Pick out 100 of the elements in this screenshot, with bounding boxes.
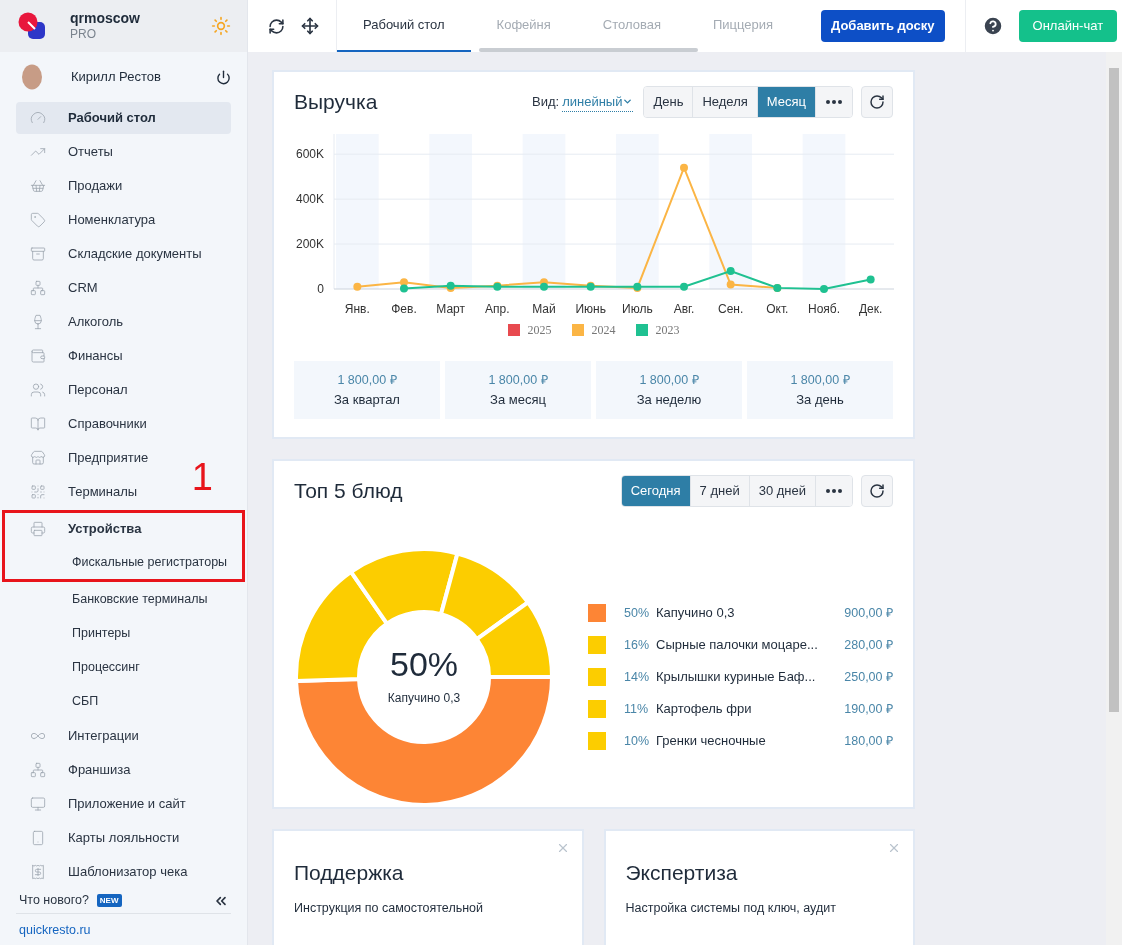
submenu-item[interactable]: Банковские терминалы: [72, 582, 208, 616]
card-text: Инструкция по самостоятельной: [294, 899, 485, 917]
site-link[interactable]: quickresto.ru: [19, 921, 247, 940]
period-tab[interactable]: 30 дней: [749, 476, 816, 506]
submenu-item[interactable]: Процессинг: [72, 650, 140, 684]
axis-label: Март: [436, 302, 466, 316]
legend-label[interactable]: 2023: [655, 321, 680, 339]
sidebar-item[interactable]: Устройства: [16, 513, 231, 545]
period-tab[interactable]: Неделя: [693, 87, 758, 117]
axis-label: Дек.: [858, 302, 883, 316]
whats-new-link[interactable]: Что нового?: [19, 891, 89, 910]
view-dropdown[interactable]: линейный: [562, 91, 634, 113]
axis-label: Апр.: [485, 302, 510, 316]
period-tab[interactable]: Сегодня: [621, 476, 691, 506]
point: [680, 282, 688, 291]
logo-icon: [18, 12, 46, 40]
more-icon: [826, 489, 842, 493]
dish-percent: 10%: [624, 732, 651, 750]
dish-amount: 280,00 ₽: [844, 636, 893, 654]
sidebar-item[interactable]: Финансы: [16, 340, 137, 372]
submenu-item[interactable]: Фискальные регистраторы: [72, 545, 231, 579]
scrollbar[interactable]: [1106, 52, 1122, 945]
refresh-button[interactable]: [861, 475, 893, 507]
tab-scrollbar[interactable]: [479, 48, 698, 52]
dish-amount: 190,00 ₽: [844, 700, 893, 718]
legend-swatch: [507, 324, 520, 336]
point: [726, 267, 735, 276]
dish-amount: 900,00 ₽: [844, 604, 893, 622]
sidebar-item[interactable]: Справочники: [16, 408, 161, 440]
point: [820, 285, 828, 293]
add-board-button[interactable]: Добавить доску: [821, 10, 945, 42]
submenu-item[interactable]: СБП: [72, 684, 99, 718]
view-label: Вид:: [532, 93, 560, 112]
sidebar-item[interactable]: Алкоголь: [16, 306, 138, 338]
dish-percent: 16%: [624, 636, 651, 654]
period-tab[interactable]: День: [644, 87, 694, 117]
stat-value: 1 800,00 ₽: [488, 371, 548, 389]
sidebar-item[interactable]: Карты лояльности: [16, 822, 194, 854]
menu-icon: [30, 212, 46, 228]
more-button[interactable]: [816, 476, 852, 506]
sidebar-item[interactable]: Продажи: [16, 170, 137, 202]
point: [726, 280, 735, 289]
axis-label: Май: [532, 302, 556, 316]
sidebar-item[interactable]: CRM: [16, 272, 112, 304]
sidebar-item[interactable]: Франшиза: [16, 754, 145, 786]
stat-label: За неделю: [636, 390, 702, 409]
more-button[interactable]: [816, 87, 852, 117]
sidebar-item[interactable]: Предприятие: [16, 442, 163, 474]
dish-percent: 11%: [624, 700, 650, 718]
board-tab[interactable]: Рабочий стол: [337, 0, 471, 52]
sidebar-item[interactable]: Номенклатура: [16, 204, 170, 236]
dish-name: Гренки чесночные: [656, 732, 766, 751]
axis-label: 600K: [295, 147, 324, 162]
sidebar-item[interactable]: Рабочий стол: [16, 102, 231, 134]
axis-label: Фев.: [391, 302, 417, 316]
plan-label: PRO: [70, 27, 97, 43]
card-title: Выручка: [294, 89, 378, 116]
account-name: qrmoscow: [70, 9, 140, 28]
refresh-button[interactable]: [861, 86, 893, 118]
theme-toggle-icon[interactable]: [211, 16, 231, 36]
menu-icon: [30, 280, 46, 296]
menu-icon: [30, 382, 46, 398]
period-tab[interactable]: Месяц: [757, 87, 816, 117]
annotation-number: 1: [191, 458, 213, 496]
sidebar-item[interactable]: Терминалы: [16, 476, 152, 508]
axis-label: Окт.: [766, 302, 789, 316]
sync-icon[interactable]: [268, 17, 285, 35]
axis-label: Сен.: [718, 302, 744, 316]
sidebar-item[interactable]: Приложение и сайт: [16, 788, 200, 820]
menu-icon: [30, 830, 46, 846]
logout-icon[interactable]: [216, 69, 231, 85]
card-title: Поддержка: [294, 860, 405, 886]
menu-icon: [30, 762, 46, 778]
dish-name: Картофель фри: [656, 700, 752, 719]
menu-icon: [30, 416, 46, 432]
scrollbar-thumb[interactable]: [1109, 68, 1119, 712]
legend-label[interactable]: 2024: [591, 321, 616, 339]
sidebar-item[interactable]: Шаблонизатор чека: [16, 856, 202, 888]
avatar: [21, 64, 43, 90]
menu-icon: [30, 450, 46, 466]
axis-label: Июнь: [575, 302, 606, 316]
submenu-item[interactable]: Принтеры: [72, 616, 131, 650]
point: [400, 278, 408, 287]
menu-icon: [30, 110, 46, 126]
point: [353, 282, 362, 291]
help-icon[interactable]: [981, 15, 1004, 37]
sidebar-item[interactable]: Интеграции: [16, 720, 153, 752]
card-text: Настройка системы под ключ, аудит: [625, 899, 837, 917]
point: [680, 163, 688, 172]
sidebar-item[interactable]: Складские документы: [16, 238, 216, 270]
donut-center-label: Капучино 0,3: [387, 690, 461, 707]
point: [866, 275, 875, 284]
menu-icon: [30, 521, 46, 537]
move-icon[interactable]: [301, 17, 319, 35]
legend-label[interactable]: 2025: [527, 321, 552, 339]
period-tab[interactable]: 7 дней: [690, 476, 750, 506]
sidebar-item[interactable]: Отчеты: [16, 136, 127, 168]
sidebar-item[interactable]: Персонал: [16, 374, 142, 406]
dish-amount: 250,00 ₽: [844, 668, 893, 686]
legend-swatch: [571, 324, 584, 336]
